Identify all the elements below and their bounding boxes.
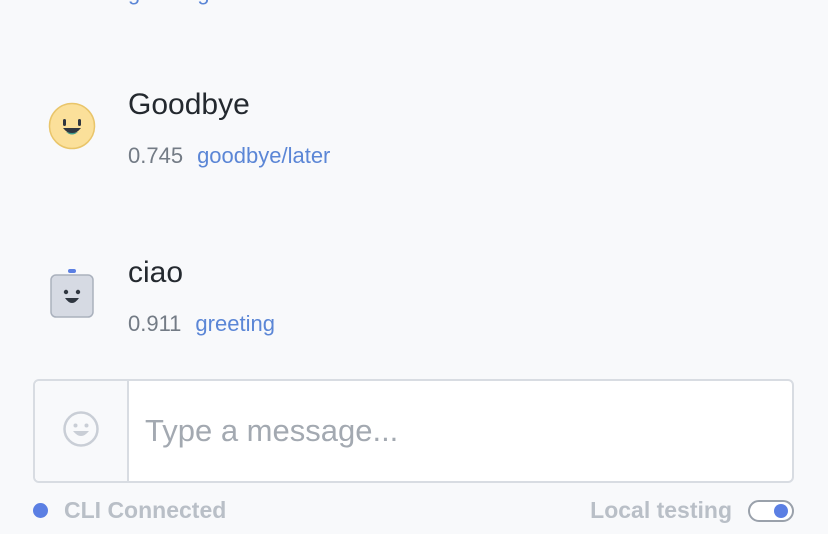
- intent-link[interactable]: goodbye/later: [197, 143, 330, 168]
- toggle-knob: [774, 504, 788, 518]
- connection-status-dot: [33, 503, 48, 518]
- intent-link[interactable]: greeting: [195, 311, 275, 336]
- message-text: Goodbye: [128, 88, 250, 121]
- message-text: ciao: [128, 256, 184, 289]
- local-testing-toggle[interactable]: [748, 500, 794, 522]
- message-composer: [33, 379, 794, 483]
- chat-panel: greeting Goodbye 0.745 goodbye/later: [0, 0, 828, 534]
- smiley-icon: [62, 410, 100, 453]
- message-meta: 0.745 goodbye/later: [128, 143, 330, 169]
- emoji-button[interactable]: [35, 381, 129, 481]
- robot-face-icon: [48, 268, 96, 318]
- message-input[interactable]: [129, 381, 792, 481]
- happy-face-icon: [48, 102, 96, 150]
- cli-status-label: CLI Connected: [64, 497, 227, 523]
- previous-intent-link[interactable]: greeting: [128, 0, 210, 6]
- confidence-score: 0.745: [128, 143, 184, 168]
- status-bar: CLI Connected Local testing: [0, 494, 828, 528]
- local-testing-label: Local testing: [590, 497, 732, 523]
- confidence-score: 0.911: [128, 311, 182, 336]
- message-meta: 0.911 greeting: [128, 311, 275, 337]
